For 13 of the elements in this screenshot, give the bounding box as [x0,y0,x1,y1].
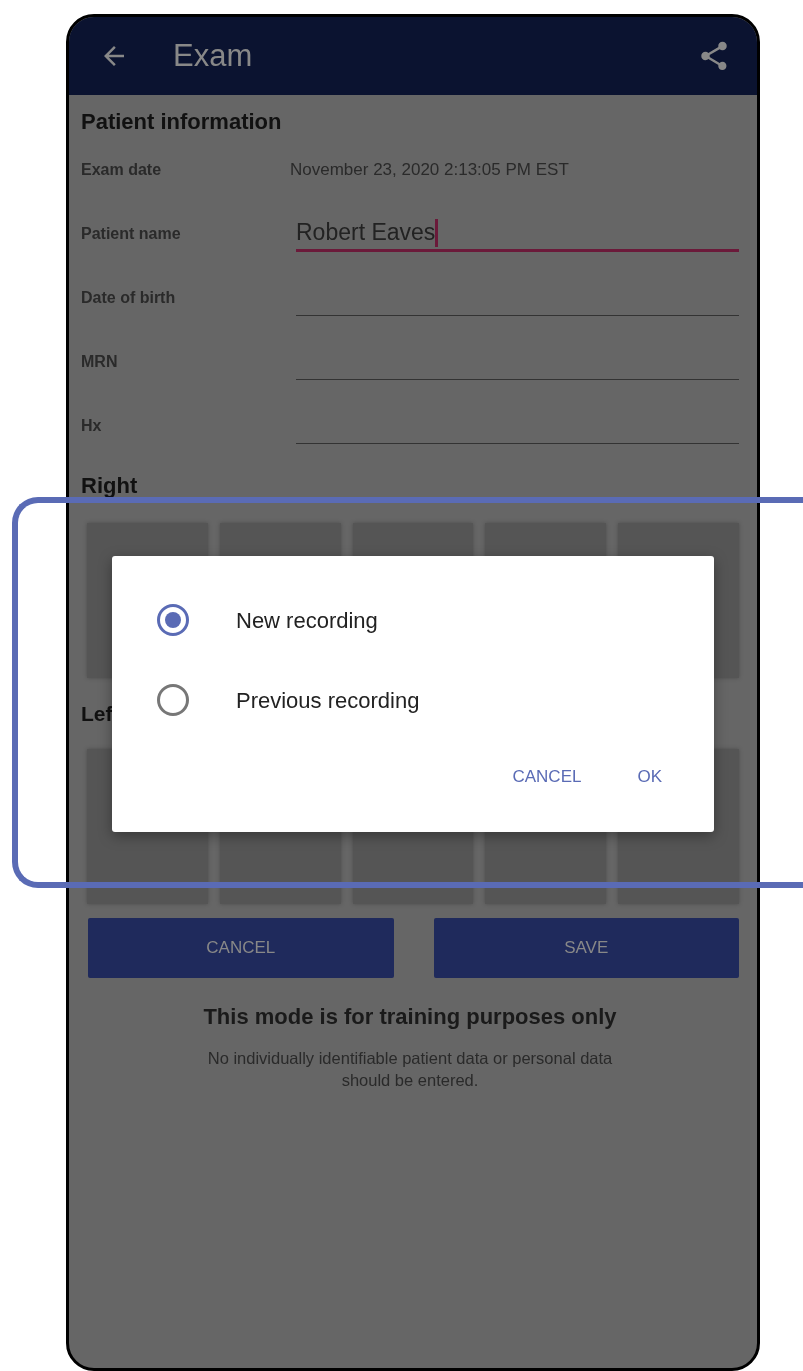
section-heading: Right [81,472,138,500]
screen-title: Exam [173,36,253,75]
field-label: Hx [81,416,103,436]
option-label: New recording [236,606,378,635]
option-label: Previous recording [236,686,420,715]
field-value: November 23, 2020 2:13:05 PM EST [290,159,569,182]
notice-text: No individually identifiable patient data or personal data should be entered. [206,1047,614,1091]
section-heading: Patient information [81,108,283,136]
notice-title: This mode is for training purposes only [202,1002,618,1031]
field-label: Patient name [81,224,182,244]
field-label: MRN [81,352,119,372]
field-label: Date of birth [81,288,177,308]
section-heading: Lef [81,701,113,727]
